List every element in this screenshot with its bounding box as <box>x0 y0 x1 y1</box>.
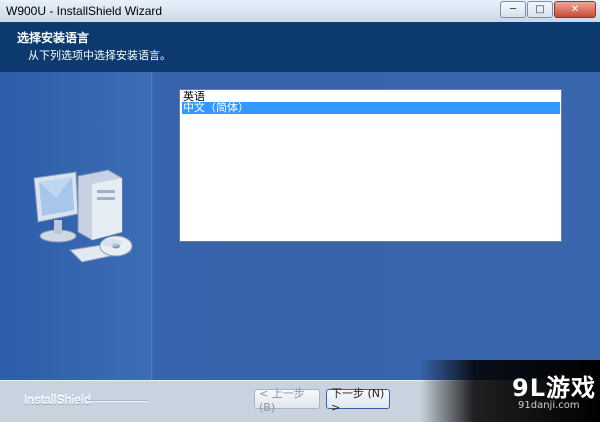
window-title: W900U - InstallShield Wizard <box>6 4 163 18</box>
header-title: 选择安装语言 <box>17 31 90 45</box>
header-subtitle: 从下列选项中选择安装语言。 <box>28 49 171 62</box>
footer-divider <box>88 400 148 402</box>
watermark-url: 91danji.com <box>518 400 580 411</box>
back-button[interactable]: < 上一步 (B) <box>254 387 320 414</box>
wizard-header: 选择安装语言 从下列选项中选择安装语言。 <box>0 22 600 72</box>
watermark-logo: 9L游戏 <box>512 374 596 402</box>
panel-divider <box>151 72 152 380</box>
minimize-button[interactable]: ─ <box>500 1 526 18</box>
installshield-logo: InstallShield <box>24 393 91 407</box>
next-button[interactable]: 下一步 (N) > <box>326 387 390 414</box>
site-watermark: 9L游戏 91danji.com <box>420 360 600 422</box>
close-button[interactable]: ✕ <box>554 1 596 18</box>
installshield-wizard-window: W900U - InstallShield Wizard ─ □ ✕ 选择安装语… <box>0 0 600 422</box>
window-controls: ─ □ ✕ <box>499 1 596 18</box>
title-bar[interactable]: W900U - InstallShield Wizard ─ □ ✕ <box>0 0 600 23</box>
maximize-button[interactable]: □ <box>527 1 553 18</box>
wizard-body: 英语 中文（简体） <box>0 72 600 380</box>
language-option-chinese-simplified[interactable]: 中文（简体） <box>182 102 560 114</box>
language-listbox[interactable]: 英语 中文（简体） <box>179 89 562 242</box>
computer-install-icon <box>33 169 133 263</box>
